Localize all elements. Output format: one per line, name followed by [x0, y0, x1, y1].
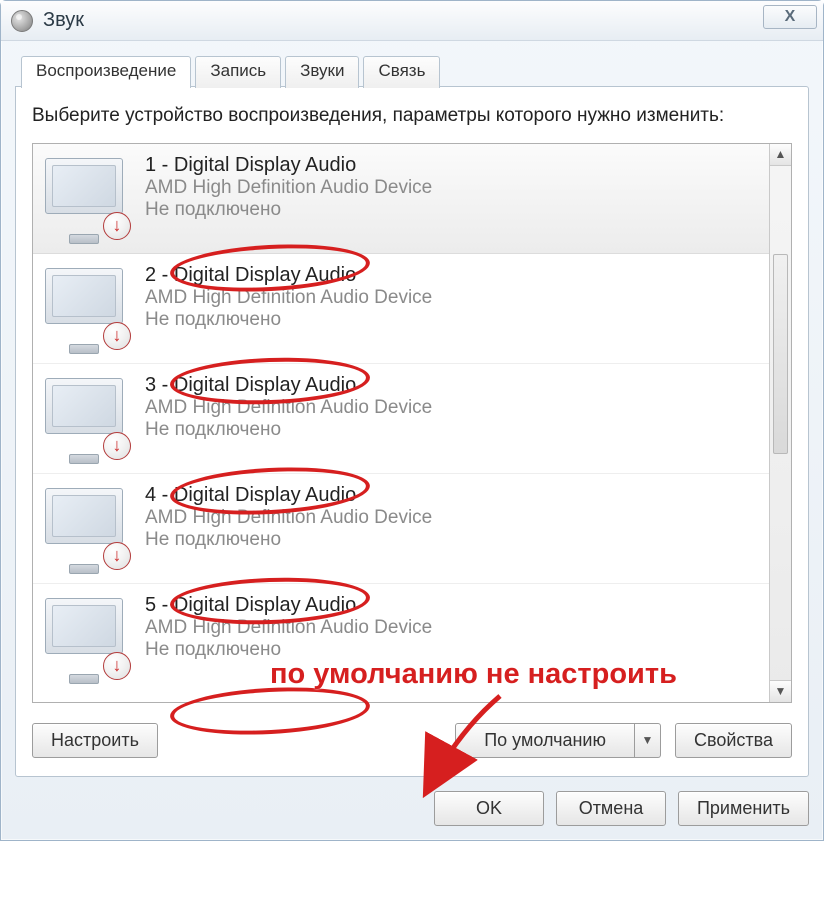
apply-button-label: Применить	[697, 798, 790, 818]
window-title: Звук	[43, 9, 84, 32]
tab-comm-label: Связь	[378, 61, 425, 80]
device-item[interactable]: ↓ 5 - Digital Display Audio AMD High Def…	[33, 584, 769, 694]
tab-strip: Воспроизведение Запись Звуки Связь	[21, 56, 809, 88]
monitor-icon: ↓	[45, 598, 127, 674]
tab-comm[interactable]: Связь	[363, 56, 440, 88]
configure-button[interactable]: Настроить	[32, 723, 158, 758]
tab-record[interactable]: Запись	[195, 56, 281, 88]
set-default-dropdown[interactable]: ▼	[635, 723, 661, 758]
device-status: Не подключено	[145, 529, 432, 551]
device-name: 5 - Digital Display Audio	[145, 594, 432, 617]
arrow-down-badge-icon: ↓	[103, 542, 131, 570]
device-name: 2 - Digital Display Audio	[145, 264, 432, 287]
scroll-up-button[interactable]: ▲	[770, 144, 791, 166]
device-driver: AMD High Definition Audio Device	[145, 397, 432, 419]
configure-button-label: Настроить	[51, 730, 139, 750]
titlebar[interactable]: Звук X	[1, 1, 823, 41]
device-item[interactable]: ↓ 2 - Digital Display Audio AMD High Def…	[33, 254, 769, 364]
ok-button-label: OK	[476, 798, 502, 818]
monitor-icon: ↓	[45, 378, 127, 454]
device-status: Не подключено	[145, 639, 432, 661]
device-status: Не подключено	[145, 309, 432, 331]
ok-button[interactable]: OK	[434, 791, 544, 826]
device-item[interactable]: ↓ 1 - Digital Display Audio AMD High Def…	[33, 144, 769, 254]
close-icon: X	[785, 8, 796, 26]
monitor-icon: ↓	[45, 268, 127, 344]
scrollbar[interactable]: ▲ ▼	[769, 144, 791, 702]
close-button[interactable]: X	[763, 5, 817, 29]
set-default-button-label: По умолчанию	[484, 730, 606, 750]
device-list[interactable]: ↓ 1 - Digital Display Audio AMD High Def…	[33, 144, 769, 702]
device-name: 3 - Digital Display Audio	[145, 374, 432, 397]
device-driver: AMD High Definition Audio Device	[145, 617, 432, 639]
instruction-text: Выберите устройство воспроизведения, пар…	[32, 103, 792, 129]
arrow-down-badge-icon: ↓	[103, 652, 131, 680]
device-name: 4 - Digital Display Audio	[145, 484, 432, 507]
device-item[interactable]: ↓ 4 - Digital Display Audio AMD High Def…	[33, 474, 769, 584]
chevron-down-icon: ▼	[642, 733, 654, 747]
device-status: Не подключено	[145, 199, 432, 221]
device-driver: AMD High Definition Audio Device	[145, 177, 432, 199]
apply-button[interactable]: Применить	[678, 791, 809, 826]
properties-button-label: Свойства	[694, 730, 773, 750]
monitor-icon: ↓	[45, 158, 127, 234]
arrow-down-badge-icon: ↓	[103, 212, 131, 240]
tab-sounds-label: Звуки	[300, 61, 344, 80]
sound-icon	[11, 10, 33, 32]
tab-playback-label: Воспроизведение	[36, 61, 176, 80]
properties-button[interactable]: Свойства	[675, 723, 792, 758]
scroll-down-button[interactable]: ▼	[770, 680, 791, 702]
device-item[interactable]: ↓ 3 - Digital Display Audio AMD High Def…	[33, 364, 769, 474]
tab-record-label: Запись	[210, 61, 266, 80]
arrow-down-badge-icon: ↓	[103, 322, 131, 350]
tab-sounds[interactable]: Звуки	[285, 56, 359, 88]
tab-playback[interactable]: Воспроизведение	[21, 56, 191, 88]
device-list-wrap: ↓ 1 - Digital Display Audio AMD High Def…	[32, 143, 792, 703]
device-driver: AMD High Definition Audio Device	[145, 507, 432, 529]
scroll-thumb[interactable]	[773, 254, 788, 454]
cancel-button-label: Отмена	[579, 798, 644, 818]
monitor-icon: ↓	[45, 488, 127, 564]
device-status: Не подключено	[145, 419, 432, 441]
tab-body: Выберите устройство воспроизведения, пар…	[15, 86, 809, 777]
sound-dialog: Звук X Воспроизведение Запись Звуки Связ…	[0, 0, 824, 841]
cancel-button[interactable]: Отмена	[556, 791, 666, 826]
device-driver: AMD High Definition Audio Device	[145, 287, 432, 309]
set-default-button[interactable]: По умолчанию	[455, 723, 635, 758]
arrow-down-badge-icon: ↓	[103, 432, 131, 460]
device-name: 1 - Digital Display Audio	[145, 154, 432, 177]
